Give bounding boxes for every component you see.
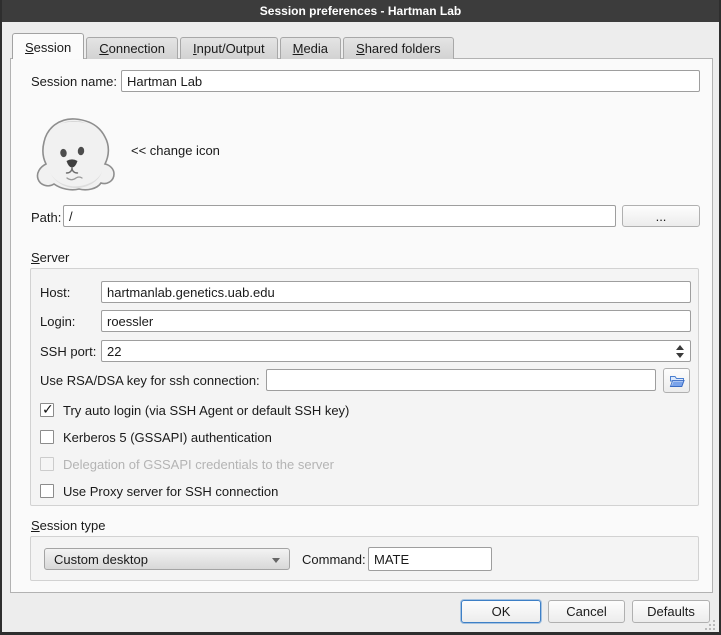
spin-down-icon[interactable] bbox=[676, 353, 684, 358]
host-input[interactable] bbox=[101, 281, 691, 303]
cancel-button[interactable]: Cancel bbox=[548, 600, 625, 623]
checkbox-row-0[interactable]: Try auto login (via SSH Agent or default… bbox=[40, 402, 349, 418]
seal-icon bbox=[30, 116, 122, 192]
tab-connection[interactable]: Connection bbox=[86, 37, 178, 59]
rsa-key-label: Use RSA/DSA key for ssh connection: bbox=[40, 373, 260, 388]
server-group-label: Server bbox=[31, 250, 69, 265]
path-input[interactable] bbox=[63, 205, 616, 227]
ssh-port-stepper[interactable] bbox=[101, 340, 691, 362]
session-icon bbox=[30, 116, 122, 192]
login-label: Login: bbox=[40, 314, 75, 329]
folder-open-icon bbox=[669, 374, 685, 388]
ssh-port-label: SSH port: bbox=[40, 344, 96, 359]
session-type-group-label: Session type bbox=[31, 518, 105, 533]
checkbox-row-3[interactable]: Use Proxy server for SSH connection bbox=[40, 483, 278, 499]
command-label: Command: bbox=[302, 552, 366, 567]
spin-up-icon[interactable] bbox=[676, 345, 684, 350]
login-input[interactable] bbox=[101, 310, 691, 332]
tab-bar: Session Connection Input/Output Media Sh… bbox=[12, 33, 456, 59]
tab-session[interactable]: Session bbox=[12, 33, 84, 59]
tab-shared-folders[interactable]: Shared folders bbox=[343, 37, 454, 59]
session-preferences-dialog: Session preferences - Hartman Lab Sessio… bbox=[0, 0, 721, 635]
session-name-label: Session name: bbox=[31, 74, 117, 89]
checkbox-proxy[interactable] bbox=[40, 484, 54, 498]
defaults-button[interactable]: Defaults bbox=[632, 600, 710, 623]
spin-buttons[interactable] bbox=[674, 340, 686, 362]
session-tab-page: Session name: << change icon Path: ... S… bbox=[10, 58, 713, 593]
chevron-down-icon bbox=[272, 558, 280, 563]
change-icon-link[interactable]: << change icon bbox=[131, 143, 220, 158]
tab-media[interactable]: Media bbox=[280, 37, 341, 59]
session-type-group: Custom desktop Command: bbox=[30, 536, 699, 581]
server-group: Host: Login: SSH port: Use RSA/DSA key f… bbox=[30, 268, 699, 506]
titlebar[interactable]: Session preferences - Hartman Lab bbox=[2, 0, 719, 22]
tab-input-output[interactable]: Input/Output bbox=[180, 37, 278, 59]
ok-button[interactable]: OK bbox=[461, 600, 541, 623]
checkbox-row-2: Delegation of GSSAPI credentials to the … bbox=[40, 456, 334, 472]
browse-path-button[interactable]: ... bbox=[622, 205, 700, 227]
ssh-port-input[interactable] bbox=[101, 340, 691, 362]
rsa-key-browse-button[interactable] bbox=[663, 368, 690, 393]
checkbox-kerberos[interactable] bbox=[40, 430, 54, 444]
checkbox-gssapi-delegation bbox=[40, 457, 54, 471]
checkbox-auto-login[interactable] bbox=[40, 403, 54, 417]
command-input[interactable] bbox=[368, 547, 492, 571]
window-title: Session preferences - Hartman Lab bbox=[260, 4, 461, 18]
session-type-dropdown[interactable]: Custom desktop bbox=[44, 548, 290, 570]
host-label: Host: bbox=[40, 285, 70, 300]
checkbox-row-1[interactable]: Kerberos 5 (GSSAPI) authentication bbox=[40, 429, 272, 445]
rsa-key-input[interactable] bbox=[266, 369, 656, 391]
resize-grip[interactable] bbox=[703, 618, 716, 631]
path-label: Path: bbox=[31, 210, 61, 225]
session-name-input[interactable] bbox=[121, 70, 700, 92]
